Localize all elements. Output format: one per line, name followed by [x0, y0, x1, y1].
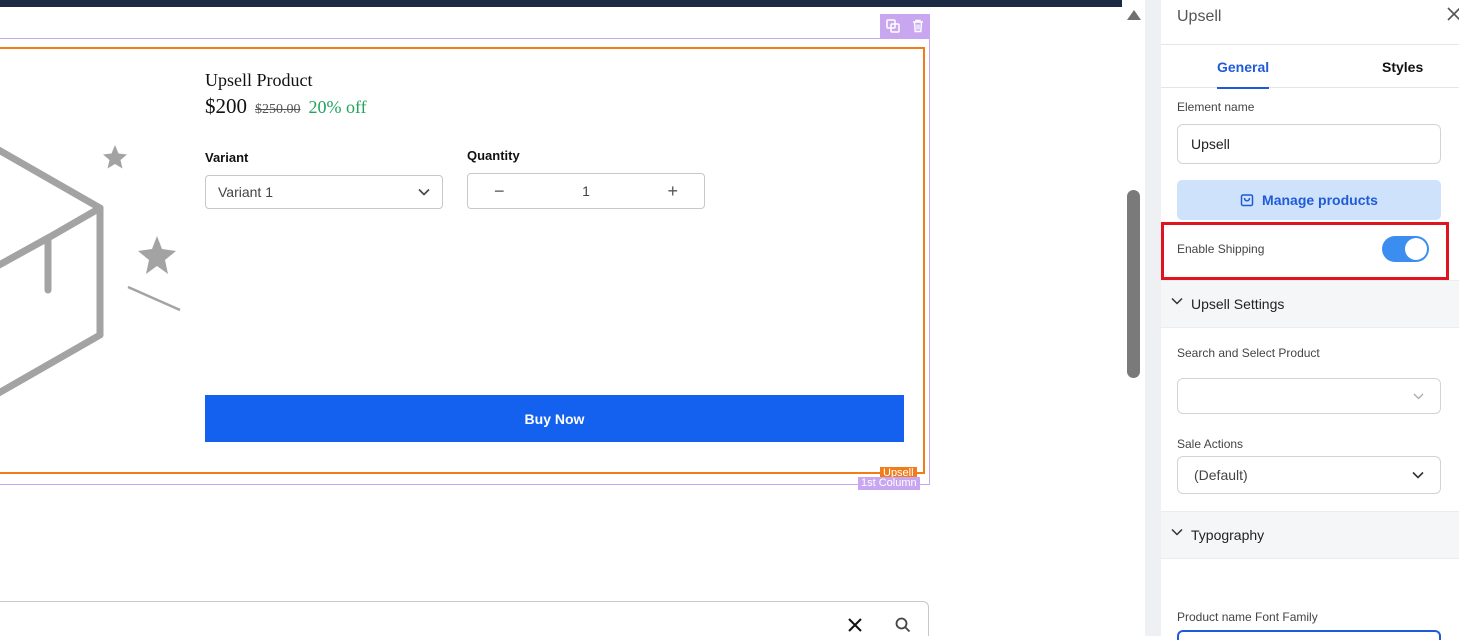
close-icon[interactable]	[846, 616, 864, 634]
section-title: Upsell Settings	[1191, 296, 1285, 312]
block-toolbar	[880, 14, 930, 38]
toggle-knob	[1405, 238, 1427, 260]
element-name-label: Element name	[1177, 100, 1255, 114]
settings-panel: Upsell General Styles Element name Manag…	[1161, 0, 1459, 640]
sale-actions-label: Sale Actions	[1177, 437, 1244, 451]
editor-canvas: Upsell Product $200 $250.00 20% off Vari…	[0, 0, 1145, 636]
sale-actions-value: (Default)	[1194, 467, 1248, 483]
buy-now-button[interactable]: Buy Now	[205, 395, 904, 442]
panel-title: Upsell	[1177, 8, 1222, 25]
variant-value: Variant 1	[218, 184, 273, 200]
tab-general[interactable]: General	[1217, 59, 1270, 89]
search-icon[interactable]	[895, 617, 911, 633]
chevron-down-icon	[1412, 471, 1424, 479]
panel-tabs: General Styles	[1161, 44, 1459, 89]
variant-select[interactable]: Variant 1	[205, 175, 443, 209]
product-title: Upsell Product	[205, 70, 313, 90]
trash-icon[interactable]	[910, 18, 926, 34]
section-upsell-settings[interactable]: Upsell Settings	[1161, 280, 1459, 328]
manage-products-label: Manage products	[1262, 192, 1378, 208]
enable-shipping-label: Enable Shipping	[1177, 242, 1265, 256]
panel-divider	[1145, 0, 1161, 636]
font-family-label: Product name Font Family	[1177, 610, 1318, 624]
scroll-up-icon[interactable]	[1127, 10, 1141, 20]
chevron-down-icon	[1171, 528, 1183, 536]
chevron-down-icon	[1413, 393, 1424, 399]
element-name-input[interactable]	[1177, 124, 1441, 164]
font-family-input[interactable]	[1177, 630, 1441, 640]
scrollbar-thumb[interactable]	[1127, 190, 1140, 378]
discount-badge: 20% off	[308, 97, 367, 117]
duplicate-icon[interactable]	[885, 18, 901, 34]
preview-top-strip	[0, 0, 1122, 7]
quantity-label: Quantity	[467, 148, 520, 163]
chevron-down-icon	[418, 188, 430, 196]
chevron-down-icon	[1171, 297, 1183, 305]
section-typography[interactable]: Typography	[1161, 511, 1459, 559]
quantity-decrement-button[interactable]: −	[494, 181, 505, 202]
bag-icon	[1240, 194, 1254, 207]
enable-shipping-toggle[interactable]	[1382, 236, 1429, 262]
variant-label: Variant	[205, 150, 249, 165]
search-select-label: Search and Select Product	[1177, 346, 1320, 360]
product-placeholder-illustration	[0, 145, 181, 397]
manage-products-button[interactable]: Manage products	[1177, 180, 1441, 220]
column-tag: 1st Column	[858, 477, 920, 490]
quantity-increment-button[interactable]: +	[667, 181, 678, 202]
price-row: $200 $250.00 20% off	[205, 94, 367, 119]
tab-styles[interactable]: Styles	[1382, 59, 1423, 75]
product-search-select[interactable]	[1177, 378, 1441, 414]
canvas-search-bar[interactable]	[0, 601, 929, 636]
quantity-stepper: − 1 +	[467, 173, 705, 209]
sale-actions-select[interactable]: (Default)	[1177, 456, 1441, 494]
quantity-value[interactable]: 1	[582, 183, 590, 199]
current-price: $200	[205, 94, 247, 118]
original-price: $250.00	[255, 102, 301, 117]
close-icon[interactable]	[1447, 7, 1459, 21]
section-title: Typography	[1191, 527, 1265, 543]
